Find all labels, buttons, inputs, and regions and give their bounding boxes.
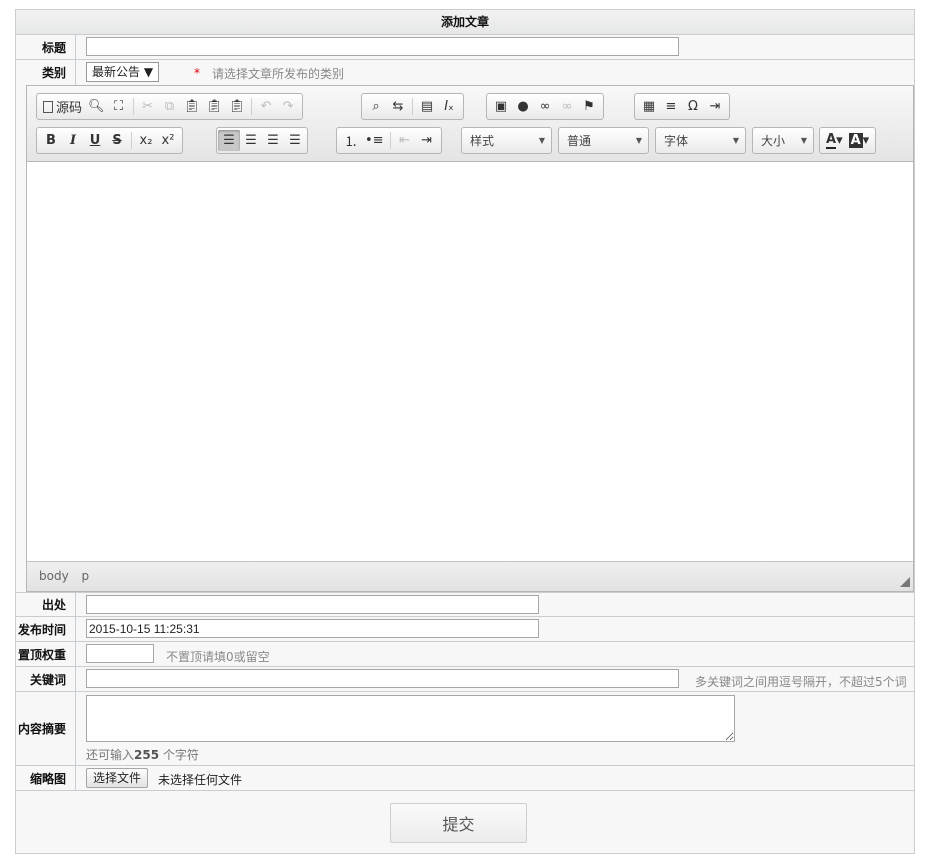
toolbar-group-table: ▦ ≡ Ω ⇥ — [634, 93, 730, 120]
italic-icon[interactable]: I — [62, 130, 84, 151]
flash-icon[interactable]: ● — [512, 96, 534, 117]
replace-icon[interactable]: ⇆ — [387, 96, 409, 117]
indent-icon[interactable]: ⇥ — [416, 130, 438, 151]
summary-label: 内容摘要 — [16, 692, 76, 765]
form-title: 添加文章 — [440, 15, 489, 29]
thumbnail-row: 缩略图 选择文件 未选择任何文件 — [16, 766, 914, 791]
publish-time-input[interactable] — [86, 619, 539, 638]
size-dropdown-icon: ▼ — [800, 136, 807, 145]
maximize-icon[interactable]: ⛶ — [108, 96, 130, 117]
keywords-row: 关键词 多关键词之间用逗号隔开，不超过5个词 — [16, 667, 914, 692]
source-icon — [43, 100, 53, 113]
bold-icon[interactable]: B — [40, 130, 62, 151]
style-combo[interactable]: 样式 ▼ — [461, 127, 552, 154]
toolbar-group-insert: ▣ ● ∞ ∞ ⚑ — [486, 93, 604, 120]
paste-text-icon[interactable]: 📋︎ — [203, 96, 226, 117]
format-dropdown-icon: ▼ — [635, 136, 642, 145]
element-path-bar: body p — [27, 561, 913, 591]
toolbar-group-find: ⌕ ⇆ ▤ Iₓ — [361, 93, 464, 120]
link-icon[interactable]: ∞ — [534, 96, 556, 117]
special-char-icon[interactable]: Ω — [682, 96, 704, 117]
keywords-hint: 多关键词之间用逗号隔开，不超过5个词 — [695, 675, 907, 689]
article-form: 添加文章 标题 类别 最新公告 ▼ * 请选择文章所发布的类别 源码 🔍︎ ⛶ … — [15, 9, 915, 854]
toolbar-group-align: ☰ ☰ ☰ ☰ — [216, 127, 308, 154]
source-button[interactable]: 源码 — [40, 96, 85, 117]
keywords-label: 关键词 — [16, 667, 76, 691]
outdent-icon[interactable]: ⇤ — [394, 130, 416, 151]
paste-word-icon[interactable]: 📋︎ — [226, 96, 249, 117]
summary-textarea[interactable] — [86, 695, 735, 742]
cut-icon[interactable]: ✂ — [137, 96, 159, 117]
toolbar-group-lists: ⒈ •≡ ⇤ ⇥ — [336, 127, 442, 154]
title-row: 标题 — [16, 35, 914, 60]
submit-button[interactable]: 提交 — [390, 803, 527, 843]
redo-icon[interactable]: ↷ — [277, 96, 299, 117]
submit-row: 提交 — [16, 791, 914, 853]
select-all-icon[interactable]: ▤ — [416, 96, 438, 117]
toolbar-group-basic-styles: B I U S x₂ x² — [36, 127, 183, 154]
font-dropdown-icon: ▼ — [732, 136, 739, 145]
source-label: 出处 — [16, 593, 76, 616]
align-center-icon[interactable]: ☰ — [240, 130, 262, 151]
align-left-icon[interactable]: ☰ — [218, 130, 240, 151]
undo-icon[interactable]: ↶ — [255, 96, 277, 117]
numbered-list-icon[interactable]: ⒈ — [340, 130, 362, 151]
summary-row: 内容摘要 还可输入255 个字符 — [16, 692, 914, 766]
copy-icon[interactable]: ⧉ — [159, 96, 181, 117]
path-p[interactable]: p — [82, 569, 90, 583]
rich-text-editor: 源码 🔍︎ ⛶ ✂ ⧉ 📋︎ 📋︎ 📋︎ ↶ ↷ ⌕ ⇆ ▤ Iₓ ▣ ● ∞ … — [26, 85, 914, 592]
horizontal-rule-icon[interactable]: ≡ — [660, 96, 682, 117]
superscript-icon[interactable]: x² — [157, 130, 179, 151]
path-body[interactable]: body — [39, 569, 69, 583]
underline-icon[interactable]: U — [84, 130, 106, 151]
form-header: 添加文章 — [16, 10, 914, 35]
style-dropdown-icon: ▼ — [538, 136, 545, 145]
source-input[interactable] — [86, 595, 539, 614]
required-asterisk: * — [194, 66, 200, 80]
file-status: 未选择任何文件 — [158, 773, 243, 787]
source-row: 出处 — [16, 592, 914, 617]
remove-format-icon[interactable]: Iₓ — [438, 96, 460, 117]
subscript-icon[interactable]: x₂ — [135, 130, 157, 151]
title-label: 标题 — [16, 35, 76, 59]
top-weight-input[interactable] — [86, 644, 154, 663]
image-icon[interactable]: ▣ — [490, 96, 512, 117]
strike-icon[interactable]: S — [106, 130, 128, 151]
editor-content-area[interactable] — [27, 162, 913, 562]
bg-color-icon[interactable]: A ▾ — [846, 130, 873, 151]
text-color-icon[interactable]: A ▾ — [823, 130, 846, 151]
anchor-flag-icon[interactable]: ⚑ — [578, 96, 600, 117]
category-label: 类别 — [16, 60, 76, 85]
summary-char-counter: 还可输入255 个字符 — [86, 748, 199, 762]
top-weight-hint: 不置顶请填0或留空 — [166, 650, 270, 664]
choose-file-button[interactable]: 选择文件 — [86, 768, 149, 788]
top-weight-row: 置顶权重 不置顶请填0或留空 — [16, 642, 914, 667]
paste-icon[interactable]: 📋︎ — [181, 96, 204, 117]
toolbar-group-colors: A ▾ A ▾ — [819, 127, 877, 154]
align-justify-icon[interactable]: ☰ — [284, 130, 306, 151]
toolbar-group-document: 源码 🔍︎ ⛶ ✂ ⧉ 📋︎ 📋︎ 📋︎ ↶ ↷ — [36, 93, 304, 120]
preview-icon[interactable]: 🔍︎ — [85, 96, 108, 117]
editor-toolbar: 源码 🔍︎ ⛶ ✂ ⧉ 📋︎ 📋︎ 📋︎ ↶ ↷ ⌕ ⇆ ▤ Iₓ ▣ ● ∞ … — [27, 86, 913, 162]
thumbnail-label: 缩略图 — [16, 766, 76, 790]
top-weight-label: 置顶权重 — [16, 642, 76, 666]
publish-time-row: 发布时间 — [16, 617, 914, 642]
keywords-input[interactable] — [86, 669, 679, 688]
page-break-icon[interactable]: ⇥ — [704, 96, 726, 117]
size-combo[interactable]: 大小 ▼ — [752, 127, 814, 154]
category-hint: 请选择文章所发布的类别 — [212, 67, 345, 81]
title-input[interactable] — [86, 37, 679, 56]
unlink-icon[interactable]: ∞ — [556, 96, 578, 117]
publish-time-label: 发布时间 — [16, 617, 76, 641]
align-right-icon[interactable]: ☰ — [262, 130, 284, 151]
category-select[interactable]: 最新公告 ▼ — [86, 62, 160, 82]
font-combo[interactable]: 字体 ▼ — [655, 127, 746, 154]
find-icon[interactable]: ⌕ — [365, 96, 387, 117]
resize-handle-icon[interactable] — [900, 577, 910, 587]
category-row: 类别 最新公告 ▼ * 请选择文章所发布的类别 — [16, 60, 914, 85]
remaining-count: 255 — [134, 748, 160, 762]
format-combo[interactable]: 普通 ▼ — [558, 127, 649, 154]
table-icon[interactable]: ▦ — [638, 96, 660, 117]
bulleted-list-icon[interactable]: •≡ — [362, 130, 387, 151]
